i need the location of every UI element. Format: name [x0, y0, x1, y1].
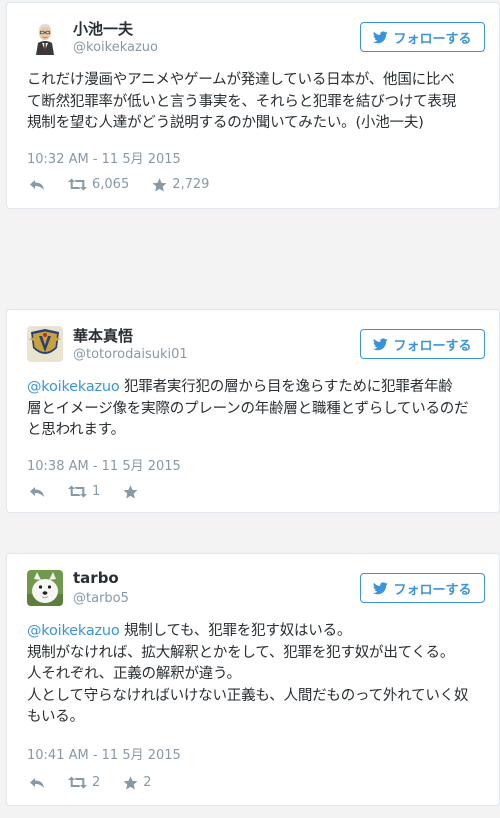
follow-label: フォローする: [393, 582, 472, 598]
tweet-actions: 1: [29, 484, 166, 499]
display-name[interactable]: 小池一夫: [73, 18, 133, 39]
timestamp[interactable]: 10:38 AM - 11 5月 2015: [27, 455, 181, 474]
retweet-button[interactable]: 2: [68, 775, 100, 790]
tweet-actions: 2 2: [29, 775, 175, 790]
username[interactable]: @koikekazuo: [73, 40, 158, 55]
retweet-button[interactable]: 6,065: [68, 177, 129, 192]
follow-label: フォローする: [393, 338, 472, 354]
retweet-count: 6,065: [92, 177, 130, 192]
reply-icon: [29, 777, 45, 789]
tweet-line: 人として守らなければいけない正義も、人間だものって外れていく奴: [27, 687, 469, 704]
follow-button[interactable]: フォローする: [360, 22, 485, 52]
tweet-line: これだけ漫画やアニメやゲームが発達している日本が、他国に比べ: [27, 72, 455, 88]
display-name[interactable]: tarbo: [73, 569, 119, 587]
favorite-button[interactable]: 2: [123, 775, 152, 790]
retweet-icon: [68, 178, 87, 191]
tweet-line: 人それぞれ、正義の解釈が違う。: [27, 666, 241, 682]
tweet-line: 規制がなければ、拡大解釈とかをして、犯罪を犯す奴が出てくる。: [27, 644, 455, 661]
reply-icon: [29, 486, 45, 498]
retweet-icon: [68, 485, 87, 498]
tweet-text: @koikekazuo 規制しても、犯罪を犯す奴はいる。 規制がなければ、拡大解…: [27, 621, 487, 729]
display-name[interactable]: 華本真悟: [73, 325, 133, 346]
mention-link[interactable]: @koikekazuo: [27, 379, 120, 395]
tweet-line: と思われます。: [27, 422, 125, 438]
tweet-card: tarbo @tarbo5 フォローする @koikekazuo 規制しても、犯…: [6, 553, 500, 806]
retweet-count: 1: [92, 484, 101, 499]
reply-button[interactable]: [29, 486, 45, 498]
star-icon: [123, 775, 138, 790]
follow-label: フォローする: [393, 31, 472, 47]
tweet-line: もいる。: [27, 709, 84, 725]
timestamp[interactable]: 10:41 AM - 11 5月 2015: [27, 744, 181, 763]
tweet-line-text: 規制しても、犯罪を犯す奴はいる。: [119, 623, 352, 639]
tweet-actions: 6,065 2,729: [29, 177, 232, 192]
tweet-line: @koikekazuo 規制しても、犯罪を犯す奴はいる。: [27, 621, 487, 643]
favorite-button[interactable]: [123, 484, 143, 499]
bird-icon: [373, 581, 389, 595]
tweet-card: 小池一夫 @koikekazuo フォローする これだけ漫画やアニメやゲームが発…: [6, 2, 500, 209]
favorite-count: 2: [143, 775, 152, 790]
timestamp[interactable]: 10:32 AM - 11 5月 2015: [27, 148, 181, 167]
username[interactable]: @tarbo5: [73, 591, 129, 606]
tweet-card: 華本真悟 @totorodaisuki01 フォローする @koikekazuo…: [6, 309, 500, 513]
username[interactable]: @totorodaisuki01: [73, 347, 188, 362]
star-icon: [123, 484, 138, 499]
reply-button[interactable]: [29, 179, 45, 191]
tweet-line-text: 犯罪者実行犯の層から目を逸らすために犯罪者年齢: [119, 379, 453, 395]
star-icon: [152, 177, 167, 192]
bird-icon: [373, 337, 389, 351]
tweet-line: 規制を望む人達がどう説明するのか聞いてみたい。(小池一夫): [27, 115, 424, 131]
tweet-text: @koikekazuo 犯罪者実行犯の層から目を逸らすために犯罪者年齢 層とイメ…: [27, 377, 487, 442]
tweet-line: @koikekazuo 犯罪者実行犯の層から目を逸らすために犯罪者年齢: [27, 377, 487, 399]
follow-button[interactable]: フォローする: [360, 329, 485, 359]
avatar[interactable]: [27, 570, 63, 606]
bird-icon: [373, 30, 389, 44]
favorite-button[interactable]: 2,729: [152, 177, 209, 192]
favorite-count: 2,729: [172, 177, 210, 192]
reply-button[interactable]: [29, 777, 45, 789]
retweet-count: 2: [92, 775, 101, 790]
avatar[interactable]: [27, 19, 63, 55]
retweet-button[interactable]: 1: [68, 484, 100, 499]
tweet-line: 層とイメージ像を実際のプレーンの年齢層と職種とずらしているのだ: [27, 400, 469, 417]
follow-button[interactable]: フォローする: [360, 573, 485, 603]
tweet-text: これだけ漫画やアニメやゲームが発達している日本が、他国に比べ て断然犯罪率が低い…: [27, 70, 487, 135]
mention-link[interactable]: @koikekazuo: [27, 623, 120, 639]
reply-icon: [29, 179, 45, 191]
avatar[interactable]: [27, 326, 63, 362]
tweet-line: て断然犯罪率が低いと言う事実を、それらと犯罪を結びつけて表現: [27, 93, 456, 110]
retweet-icon: [68, 776, 87, 789]
